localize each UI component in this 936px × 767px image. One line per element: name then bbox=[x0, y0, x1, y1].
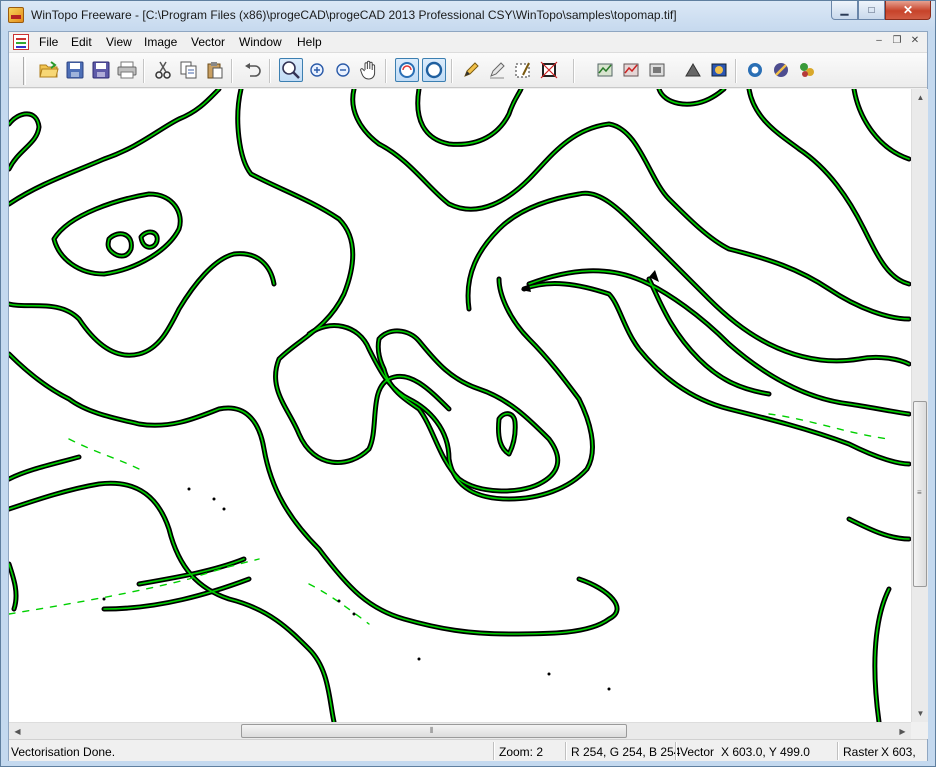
thumb-grip-icon: ≡ bbox=[917, 488, 922, 497]
vertical-scrollbar[interactable]: ▲ ≡ ▼ bbox=[911, 89, 928, 722]
toolbar-separator bbox=[735, 59, 737, 83]
minimize-button[interactable]: ▁ bbox=[831, 1, 858, 20]
scrollbar-corner bbox=[911, 722, 928, 739]
toolbar-separator bbox=[231, 59, 233, 83]
undo-icon[interactable] bbox=[241, 58, 265, 82]
vector-coordinates: X 603.0, Y 499.0 bbox=[721, 745, 810, 759]
wizard-icon[interactable] bbox=[795, 58, 819, 82]
maximize-button[interactable]: □ bbox=[858, 1, 885, 20]
vector-label: Vector bbox=[680, 745, 715, 759]
menu-vector[interactable]: Vector bbox=[191, 35, 225, 49]
polyline-icon[interactable] bbox=[707, 58, 731, 82]
filter-icon-2[interactable] bbox=[619, 58, 643, 82]
info-icon[interactable] bbox=[743, 58, 767, 82]
scroll-right-arrow-icon[interactable]: ▶ bbox=[894, 723, 911, 740]
toolbar bbox=[9, 52, 927, 88]
filter-icon-3[interactable] bbox=[645, 58, 669, 82]
cut-icon[interactable] bbox=[151, 58, 175, 82]
pan-hand-icon[interactable] bbox=[357, 58, 381, 82]
zoom-window-icon[interactable] bbox=[279, 58, 303, 82]
application-window: WinTopo Freeware - [C:\Program Files (x8… bbox=[0, 0, 936, 767]
filter-icon-1[interactable] bbox=[593, 58, 617, 82]
tools-icon[interactable] bbox=[769, 58, 793, 82]
toolbar-grip[interactable] bbox=[23, 57, 26, 85]
menu-bar: File Edit View Image Vector Window Help … bbox=[9, 32, 927, 52]
status-separator bbox=[565, 742, 567, 760]
client-area: File Edit View Image Vector Window Help … bbox=[8, 31, 928, 761]
horizontal-scrollbar[interactable]: ◀ ⦀ ▶ bbox=[9, 722, 911, 739]
horizontal-scroll-thumb[interactable]: ⦀ bbox=[241, 724, 627, 738]
topomap-image bbox=[9, 89, 911, 722]
document-icon[interactable] bbox=[13, 34, 29, 50]
toolbar-separator bbox=[573, 59, 575, 83]
scroll-up-arrow-icon[interactable]: ▲ bbox=[912, 89, 929, 106]
print-icon[interactable] bbox=[115, 58, 139, 82]
scroll-down-arrow-icon[interactable]: ▼ bbox=[912, 705, 929, 722]
menu-view[interactable]: View bbox=[106, 35, 132, 49]
crop-icon[interactable] bbox=[537, 58, 561, 82]
show-vector-icon[interactable] bbox=[422, 58, 446, 82]
scroll-left-arrow-icon[interactable]: ◀ bbox=[9, 723, 26, 740]
menu-window[interactable]: Window bbox=[239, 35, 282, 49]
zoom-in-icon[interactable] bbox=[305, 58, 329, 82]
map-canvas[interactable] bbox=[9, 89, 911, 722]
menu-help[interactable]: Help bbox=[297, 35, 322, 49]
menu-image[interactable]: Image bbox=[144, 35, 177, 49]
mdi-controls: – ❐ ✕ bbox=[871, 34, 923, 48]
mdi-restore-button[interactable]: ❐ bbox=[889, 34, 905, 48]
thumb-grip-icon: ⦀ bbox=[430, 726, 434, 735]
window-title: WinTopo Freeware - [C:\Program Files (x8… bbox=[31, 8, 677, 22]
toolbar-separator bbox=[385, 59, 387, 83]
show-raster-icon[interactable] bbox=[395, 58, 419, 82]
mdi-close-button[interactable]: ✕ bbox=[907, 34, 923, 48]
raster-coordinates: X 603, bbox=[881, 745, 916, 759]
pencil-icon[interactable] bbox=[459, 58, 483, 82]
mdi-minimize-button[interactable]: – bbox=[871, 34, 887, 48]
raster-label: Raster bbox=[843, 745, 879, 759]
status-separator bbox=[493, 742, 495, 760]
vectorise-icon[interactable] bbox=[681, 58, 705, 82]
toolbar-separator bbox=[451, 59, 453, 83]
status-bar: Vectorisation Done. Zoom: 2 R 254, G 254… bbox=[9, 739, 927, 761]
wintopo-app-icon[interactable] bbox=[8, 7, 24, 23]
close-button[interactable]: ✕ bbox=[885, 1, 931, 20]
eraser-pencil-icon[interactable] bbox=[485, 58, 509, 82]
toolbar-separator bbox=[269, 59, 271, 83]
open-folder-icon[interactable] bbox=[37, 58, 61, 82]
zoom-out-icon[interactable] bbox=[331, 58, 355, 82]
select-box-icon[interactable] bbox=[511, 58, 535, 82]
title-bar[interactable]: WinTopo Freeware - [C:\Program Files (x8… bbox=[1, 1, 935, 31]
copy-icon[interactable] bbox=[177, 58, 201, 82]
raster-contours bbox=[9, 89, 911, 722]
status-message: Vectorisation Done. bbox=[11, 745, 116, 759]
paste-icon[interactable] bbox=[203, 58, 227, 82]
vertical-scroll-thumb[interactable]: ≡ bbox=[913, 401, 927, 587]
toolbar-separator bbox=[143, 59, 145, 83]
pixel-rgb-value: R 254, G 254, B 254 bbox=[571, 745, 681, 759]
save-as-icon[interactable] bbox=[89, 58, 113, 82]
vector-contours bbox=[9, 89, 910, 722]
menu-file[interactable]: File bbox=[39, 35, 58, 49]
save-icon[interactable] bbox=[63, 58, 87, 82]
status-separator bbox=[837, 742, 839, 760]
status-separator bbox=[675, 742, 677, 760]
menu-edit[interactable]: Edit bbox=[71, 35, 92, 49]
window-controls: ▁ □ ✕ bbox=[831, 1, 931, 20]
zoom-level: Zoom: 2 bbox=[499, 745, 544, 759]
